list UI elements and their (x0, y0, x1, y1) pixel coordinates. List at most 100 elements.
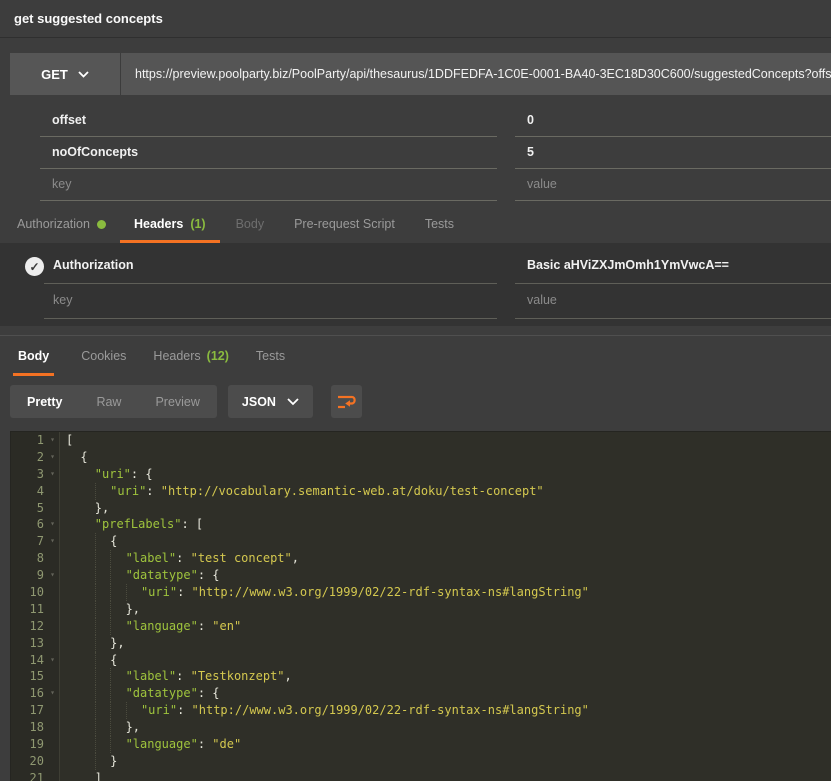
tab-label: Authorization (17, 217, 90, 231)
code-line: 20} (11, 753, 831, 770)
indent-guide (80, 618, 94, 635)
language-selector[interactable]: JSON (228, 385, 313, 418)
code-token: , (285, 669, 292, 683)
indent-guide (80, 668, 94, 685)
tab-authorization[interactable]: Authorization (17, 217, 106, 243)
indent-guide (110, 601, 125, 618)
code-line: 2▾{ (11, 449, 831, 466)
indent-guide (66, 685, 80, 702)
param-key-input[interactable]: noOfConcepts (40, 137, 497, 169)
code-token: "en" (212, 619, 241, 633)
code-content: "uri": "http://www.w3.org/1999/02/22-rdf… (60, 584, 589, 601)
indent-guide (66, 533, 80, 550)
response-tab-cookies[interactable]: Cookies (81, 349, 126, 376)
indent-guide (66, 618, 80, 635)
wrap-text-button[interactable] (331, 385, 362, 418)
fold-gutter (46, 719, 60, 736)
tab-headers[interactable]: Headers(1) (120, 217, 220, 243)
indent-guide (66, 770, 80, 781)
header-value-input[interactable]: Basic aHViZXJmOmh1YmVwcA== (515, 249, 831, 284)
param-key-input[interactable]: key (40, 169, 497, 201)
indent-guide (110, 618, 125, 635)
code-line: 7▾{ (11, 533, 831, 550)
tab-label: Headers (134, 217, 183, 231)
tab-label: Cookies (81, 349, 126, 363)
code-token: : (146, 484, 160, 498)
indent-guide (80, 702, 94, 719)
fold-toggle[interactable]: ▾ (46, 432, 60, 449)
code-token: }, (126, 720, 140, 734)
line-number: 15 (11, 668, 46, 685)
fold-gutter (46, 500, 60, 517)
code-token: "datatype" (126, 686, 198, 700)
method-label: GET (41, 67, 68, 82)
header-row: ✓Authorization Basic aHViZXJmOmh1YmVwcA== (0, 249, 831, 284)
code-line: 18}, (11, 719, 831, 736)
indent-guide (95, 584, 110, 601)
indent-guide (66, 466, 80, 483)
fold-toggle[interactable]: ▾ (46, 516, 60, 533)
indent-guide (66, 753, 80, 770)
tab-label: Body (236, 217, 265, 231)
code-token: "uri" (141, 585, 177, 599)
tab-tests[interactable]: Tests (425, 217, 454, 243)
param-value-input[interactable]: 5 (515, 137, 831, 169)
view-preview-button[interactable]: Preview (138, 385, 216, 418)
response-tab-headers[interactable]: Headers(12) (153, 349, 228, 376)
param-key-input[interactable]: offset (40, 105, 497, 137)
indent-guide (66, 500, 80, 517)
url-input[interactable]: https://preview.poolparty.biz/PoolParty/… (121, 53, 831, 95)
code-token: "de" (212, 737, 241, 751)
fold-toggle[interactable]: ▾ (46, 533, 60, 550)
code-token: , (292, 551, 299, 565)
param-value-input[interactable]: 0 (515, 105, 831, 137)
line-number: 17 (11, 702, 46, 719)
code-content: ] (60, 770, 102, 781)
fold-toggle[interactable]: ▾ (46, 449, 60, 466)
request-tabs: Authorization Headers(1) Body Pre-request S… (0, 207, 831, 243)
code-line: 9▾"datatype": { (11, 567, 831, 584)
indent-guide (66, 567, 80, 584)
method-selector[interactable]: GET (10, 53, 121, 95)
code-content: "prefLabels": [ (60, 516, 203, 533)
header-value-input[interactable]: value (515, 284, 831, 319)
fold-gutter (46, 770, 60, 781)
response-tab-tests[interactable]: Tests (256, 349, 285, 376)
view-pretty-button[interactable]: Pretty (10, 385, 79, 418)
code-content: "uri": "http://www.w3.org/1999/02/22-rdf… (60, 702, 589, 719)
code-token: { (110, 653, 117, 667)
indent-guide (80, 601, 94, 618)
indent-guide (80, 753, 94, 770)
indent-guide (80, 770, 94, 781)
fold-toggle[interactable]: ▾ (46, 567, 60, 584)
indent-guide (66, 635, 80, 652)
param-value-input[interactable]: value (515, 169, 831, 201)
code-token: "http://vocabulary.semantic-web.at/doku/… (161, 484, 544, 498)
response-body-editor[interactable]: 1▾[2▾{3▾"uri": {4"uri": "http://vocabula… (10, 431, 831, 781)
view-raw-button[interactable]: Raw (79, 385, 138, 418)
code-token: : { (131, 467, 153, 481)
fold-toggle[interactable]: ▾ (46, 685, 60, 702)
tab-label: Body (18, 349, 49, 363)
header-enabled-checkbox[interactable]: ✓ (25, 257, 44, 276)
code-token: "language" (126, 737, 198, 751)
indent-guide (110, 567, 125, 584)
indent-guide (80, 500, 94, 517)
indent-guide (66, 668, 80, 685)
line-number: 13 (11, 635, 46, 652)
line-number: 21 (11, 770, 46, 781)
response-tab-body[interactable]: Body (13, 349, 54, 376)
header-key-input[interactable]: key (44, 284, 497, 319)
fold-toggle[interactable]: ▾ (46, 466, 60, 483)
code-token: "label" (126, 669, 177, 683)
code-content: "uri": "http://vocabulary.semantic-web.a… (60, 483, 544, 500)
code-content: "datatype": { (60, 567, 220, 584)
code-line: 13}, (11, 635, 831, 652)
code-content: }, (60, 719, 140, 736)
header-key-input[interactable]: Authorization (44, 249, 497, 284)
tab-body[interactable]: Body (236, 217, 265, 243)
fold-toggle[interactable]: ▾ (46, 652, 60, 669)
code-line: 5}, (11, 500, 831, 517)
tab-pre-request-script[interactable]: Pre-request Script (294, 217, 395, 243)
indent-guide (80, 584, 94, 601)
